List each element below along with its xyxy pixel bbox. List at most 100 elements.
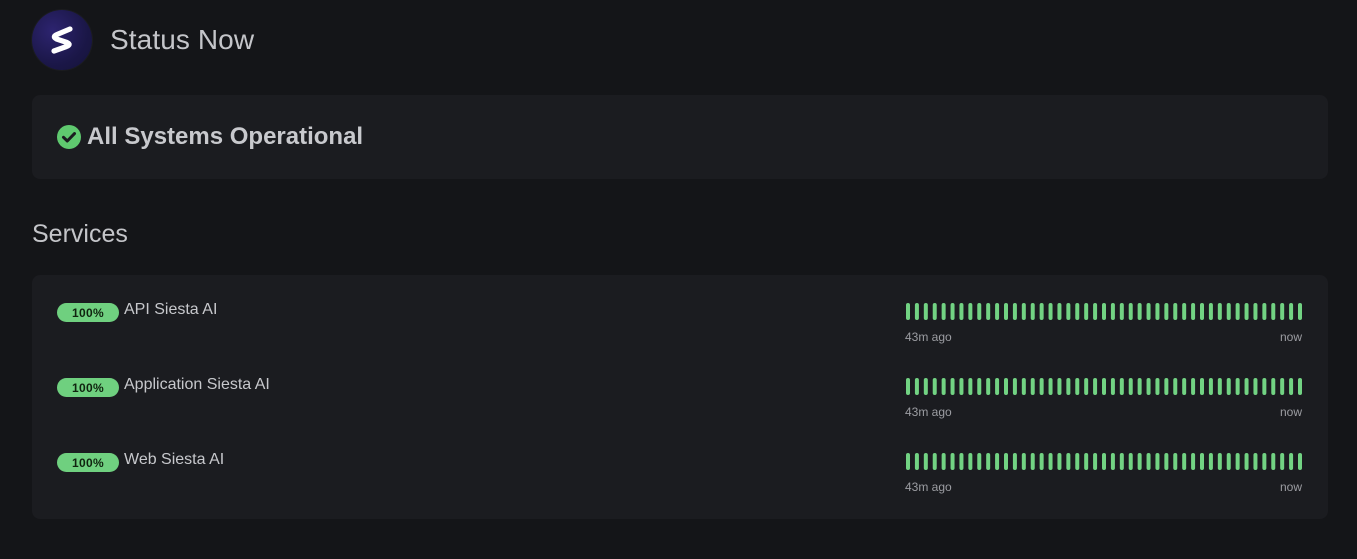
uptime-bar[interactable] [1262,303,1267,320]
uptime-bar[interactable] [986,378,991,395]
uptime-bar[interactable] [995,453,1000,470]
uptime-bar[interactable] [1164,378,1169,395]
uptime-bar[interactable] [1271,453,1276,470]
uptime-bar[interactable] [1066,303,1071,320]
uptime-bar[interactable] [1119,303,1124,320]
uptime-bar[interactable] [1208,378,1213,395]
uptime-bar[interactable] [1021,303,1026,320]
uptime-bar[interactable] [1012,378,1017,395]
uptime-bar[interactable] [995,378,1000,395]
uptime-bar[interactable] [1146,378,1151,395]
uptime-bar[interactable] [1012,453,1017,470]
uptime-bar[interactable] [1066,453,1071,470]
uptime-bar[interactable] [1075,378,1080,395]
service-row[interactable]: 100% Web Siesta AI 43m ago now [32,425,1328,494]
uptime-bar[interactable] [1235,378,1240,395]
uptime-bar[interactable] [1004,453,1008,470]
uptime-bar[interactable] [1128,378,1133,395]
uptime-bar[interactable] [950,303,955,320]
uptime-bar[interactable] [1048,303,1053,320]
uptime-bar[interactable] [923,303,928,320]
uptime-bar[interactable] [1075,453,1080,470]
uptime-bar[interactable] [1173,453,1178,470]
uptime-bar[interactable] [1146,303,1151,320]
uptime-bar[interactable] [1217,453,1222,470]
uptime-bar[interactable] [1235,453,1240,470]
uptime-bar[interactable] [932,453,937,470]
uptime-bar[interactable] [1119,453,1124,470]
uptime-bar[interactable] [1217,303,1222,320]
uptime-bar[interactable] [977,453,982,470]
uptime-bar[interactable] [1200,453,1204,470]
uptime-bar[interactable] [1039,378,1044,395]
uptime-bar[interactable] [1182,378,1187,395]
uptime-bar[interactable] [1253,378,1258,395]
uptime-bar[interactable] [1217,378,1222,395]
uptime-bar[interactable] [986,303,991,320]
uptime-bar[interactable] [1253,453,1258,470]
uptime-bar[interactable] [914,378,919,395]
uptime-bar[interactable] [1084,378,1089,395]
uptime-bar[interactable] [1110,453,1115,470]
uptime-bar[interactable] [1182,303,1187,320]
uptime-bar[interactable] [1102,378,1106,395]
uptime-bar[interactable] [1262,453,1267,470]
uptime-bar[interactable] [1262,378,1267,395]
uptime-bar[interactable] [1182,453,1187,470]
service-row[interactable]: 100% Application Siesta AI 43m ago now [32,350,1328,419]
uptime-bar[interactable] [1298,453,1302,470]
uptime-bar[interactable] [1191,303,1196,320]
uptime-bar[interactable] [1110,303,1115,320]
uptime-bar[interactable] [1173,378,1178,395]
uptime-bar[interactable] [1244,378,1249,395]
uptime-bar[interactable] [1030,378,1035,395]
uptime-bar[interactable] [1084,453,1089,470]
uptime-bar[interactable] [1226,453,1231,470]
uptime-bar[interactable] [1075,303,1080,320]
uptime-bar[interactable] [1021,378,1026,395]
uptime-bar[interactable] [906,378,910,395]
uptime-bar[interactable] [1155,303,1160,320]
uptime-bar[interactable] [1119,378,1124,395]
uptime-bar[interactable] [941,303,946,320]
uptime-bar[interactable] [1093,453,1098,470]
uptime-bar[interactable] [950,453,955,470]
uptime-bar[interactable] [1057,453,1062,470]
uptime-bar[interactable] [914,453,919,470]
uptime-bar[interactable] [941,453,946,470]
uptime-bar[interactable] [1048,378,1053,395]
uptime-bar[interactable] [1137,303,1142,320]
uptime-bar[interactable] [1057,303,1062,320]
uptime-bar[interactable] [923,453,928,470]
uptime-bar[interactable] [906,453,910,470]
uptime-bar[interactable] [1200,303,1204,320]
uptime-bar[interactable] [1244,303,1249,320]
uptime-bar[interactable] [1146,453,1151,470]
uptime-bar[interactable] [1208,453,1213,470]
uptime-bar[interactable] [968,303,973,320]
uptime-bar[interactable] [977,303,982,320]
uptime-bar[interactable] [1039,453,1044,470]
uptime-bar[interactable] [995,303,1000,320]
uptime-bar[interactable] [914,303,919,320]
uptime-bar[interactable] [1066,378,1071,395]
uptime-bar[interactable] [1030,303,1035,320]
uptime-bar[interactable] [1021,453,1026,470]
uptime-bar[interactable] [1226,303,1231,320]
uptime-bar[interactable] [968,378,973,395]
uptime-bar[interactable] [1289,378,1294,395]
uptime-bar[interactable] [1208,303,1213,320]
uptime-bar[interactable] [906,303,910,320]
uptime-bar[interactable] [950,378,955,395]
uptime-bar[interactable] [977,378,982,395]
s-logo-icon[interactable] [32,10,92,70]
uptime-bar[interactable] [1004,378,1008,395]
uptime-bar[interactable] [1271,303,1276,320]
uptime-bar[interactable] [1155,453,1160,470]
uptime-bar[interactable] [1226,378,1231,395]
uptime-bar[interactable] [1280,378,1285,395]
uptime-bar[interactable] [941,378,946,395]
uptime-bar[interactable] [932,378,937,395]
uptime-bar[interactable] [1298,303,1302,320]
uptime-bar[interactable] [932,303,937,320]
